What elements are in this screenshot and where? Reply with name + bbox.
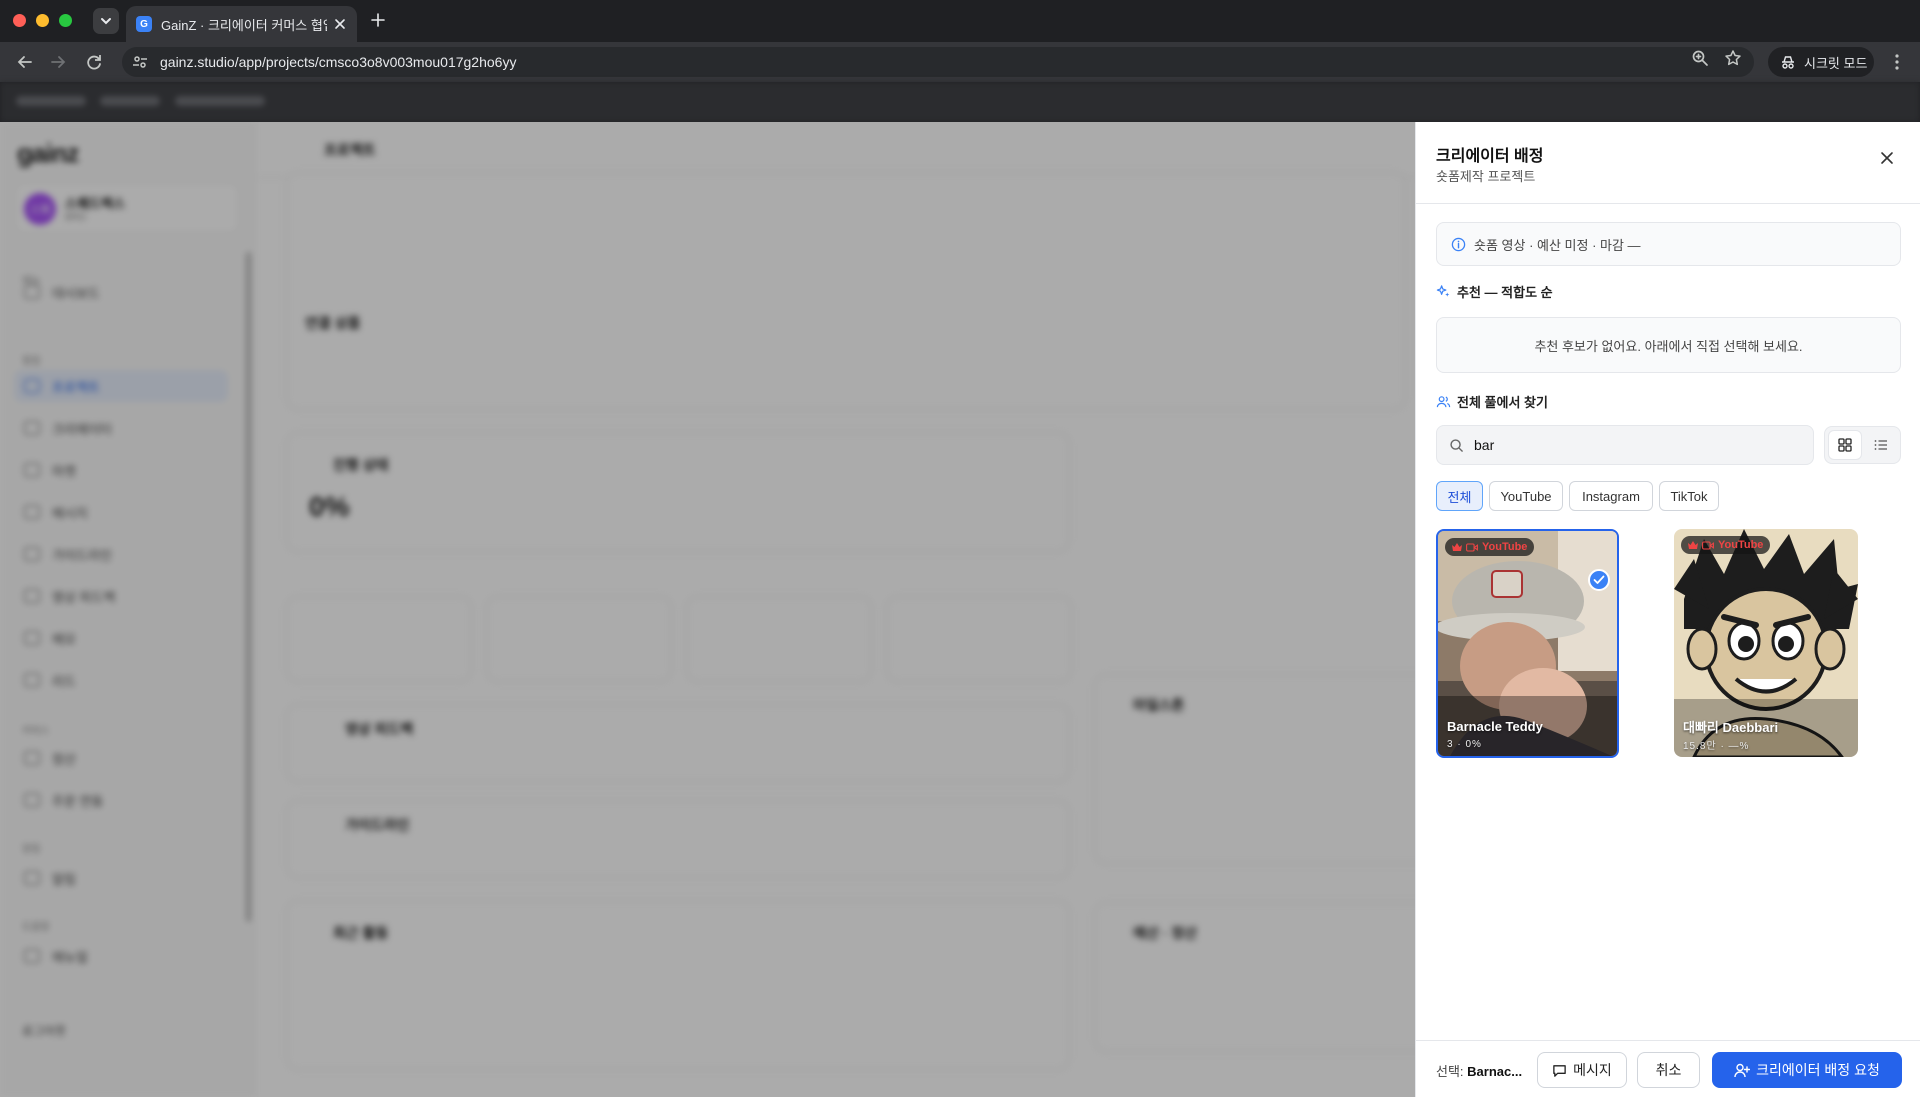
selection-prefix: 선택: xyxy=(1436,1064,1464,1079)
close-window-button[interactable] xyxy=(13,14,26,27)
tab-search-button[interactable] xyxy=(93,8,119,34)
user-plus-icon xyxy=(1734,1063,1751,1077)
recommend-empty-state: 추천 후보가 없어요. 아래에서 직접 선택해 보세요. xyxy=(1436,317,1901,373)
creator-card[interactable]: YouTube 대빠리 Daebbari 15.8만 · —% xyxy=(1674,529,1858,757)
chevron-down-icon xyxy=(101,18,111,25)
pool-heading-text: 전체 풀에서 찾기 xyxy=(1457,395,1548,410)
message-icon xyxy=(1553,1064,1566,1077)
crown-icon xyxy=(1688,540,1698,549)
incognito-indicator[interactable]: 시크릿 모드 xyxy=(1768,47,1874,77)
bookmarks-bar xyxy=(0,82,1920,122)
creator-stats: 3 · 0% xyxy=(1447,739,1482,750)
close-icon xyxy=(1881,152,1893,164)
creator-name: 대빠리 Daebbari xyxy=(1683,720,1779,735)
assign-creator-button[interactable]: 크리에이터 배정 요청 xyxy=(1712,1052,1902,1088)
creator-stats: 15.8만 · —% xyxy=(1683,741,1750,752)
grid-icon xyxy=(1838,438,1852,452)
cancel-button[interactable]: 취소 xyxy=(1637,1052,1700,1088)
filter-chip-all[interactable]: 전체 xyxy=(1436,481,1483,511)
drawer-subtitle: 숏폼제작 프로젝트 xyxy=(1436,169,1536,184)
filter-chip-instagram[interactable]: Instagram xyxy=(1569,481,1653,511)
close-tab-icon[interactable] xyxy=(333,17,347,31)
video-icon xyxy=(1702,540,1714,550)
project-summary-text: 숏폼 영상 · 예산 미정 · 마감 — xyxy=(1474,237,1641,253)
address-bar[interactable]: gainz.studio/app/projects/cmsco3o8v003mo… xyxy=(122,47,1754,77)
app-viewport: gainz 스퀘 스퀘드렉스 BRD 메뉴 대시보드 협업 프로젝트 크리에이터… xyxy=(0,122,1920,1097)
forward-arrow-icon[interactable] xyxy=(47,51,69,73)
info-icon xyxy=(1451,237,1466,251)
reload-icon[interactable] xyxy=(83,51,105,73)
filter-chip-youtube[interactable]: YouTube xyxy=(1489,481,1563,511)
crown-icon xyxy=(1452,542,1462,551)
favicon-icon: G xyxy=(136,16,152,32)
video-icon xyxy=(1466,542,1478,552)
incognito-icon xyxy=(1782,56,1794,69)
bookmark-item[interactable] xyxy=(175,96,265,106)
browser-tab-active[interactable]: G GainZ · 크리에이터 커머스 협업 C xyxy=(126,6,357,42)
bookmark-item[interactable] xyxy=(100,96,160,106)
bookmark-item[interactable] xyxy=(16,96,86,106)
assign-creator-button-label: 크리에이터 배정 요청 xyxy=(1756,1062,1880,1078)
tab-title: GainZ · 크리에이터 커머스 협업 C xyxy=(161,17,327,33)
view-toggle xyxy=(1824,426,1901,464)
project-summary: 숏폼 영상 · 예산 미정 · 마감 — xyxy=(1436,222,1901,266)
sparkles-icon xyxy=(1436,285,1450,297)
recommend-heading: 추천 — 적합도 순 xyxy=(1436,282,1553,301)
maximize-window-button[interactable] xyxy=(59,14,72,27)
creator-name: Barnacle Teddy xyxy=(1447,719,1543,734)
search-input[interactable] xyxy=(1474,437,1774,453)
selection-summary: 선택: Barnac... xyxy=(1436,1061,1522,1080)
creator-search[interactable] xyxy=(1436,425,1814,465)
pool-heading: 전체 풀에서 찾기 xyxy=(1436,392,1548,411)
creator-card[interactable]: YouTube Barnacle Teddy 3 · 0% xyxy=(1436,529,1619,758)
grid-view-button[interactable] xyxy=(1828,430,1862,460)
recommend-heading-text: 추천 — 적합도 순 xyxy=(1457,285,1553,300)
new-tab-icon[interactable] xyxy=(369,11,387,29)
back-arrow-icon[interactable] xyxy=(14,51,36,73)
platform-badge: YouTube xyxy=(1445,538,1535,556)
list-icon xyxy=(1874,440,1887,450)
url-text: gainz.studio/app/projects/cmsco3o8v003mo… xyxy=(160,54,517,70)
message-button[interactable]: 메시지 xyxy=(1537,1052,1627,1088)
search-icon xyxy=(1450,438,1463,452)
drawer-footer: 선택: Barnac... 메시지 취소 크리에이터 배정 요청 xyxy=(1416,1040,1920,1097)
browser-toolbar: gainz.studio/app/projects/cmsco3o8v003mo… xyxy=(0,42,1920,82)
platform-label: YouTube xyxy=(1718,539,1764,551)
selection-name: Barnac... xyxy=(1467,1064,1523,1079)
cancel-button-label: 취소 xyxy=(1655,1062,1682,1078)
browser-menu-icon[interactable] xyxy=(1888,52,1906,72)
browser-tab-bar: G GainZ · 크리에이터 커머스 협업 C xyxy=(0,0,1920,42)
list-view-button[interactable] xyxy=(1864,430,1898,460)
platform-label: YouTube xyxy=(1482,541,1528,553)
incognito-label: 시크릿 모드 xyxy=(1804,55,1868,71)
filter-chip-tiktok[interactable]: TikTok xyxy=(1659,481,1719,511)
zoom-icon[interactable] xyxy=(1691,49,1709,67)
selected-check-icon xyxy=(1588,569,1610,591)
users-icon xyxy=(1436,396,1451,408)
message-button-label: 메시지 xyxy=(1573,1062,1612,1078)
divider xyxy=(1416,203,1920,204)
bookmark-star-icon[interactable] xyxy=(1724,49,1742,67)
platform-badge: YouTube xyxy=(1681,536,1771,554)
drawer-title: 크리에이터 배정 xyxy=(1436,148,1544,165)
creator-assign-drawer: 크리에이터 배정 숏폼제작 프로젝트 숏폼 영상 · 예산 미정 · 마감 — … xyxy=(1415,122,1920,1097)
site-settings-icon[interactable] xyxy=(132,54,148,70)
minimize-window-button[interactable] xyxy=(36,14,49,27)
close-drawer-button[interactable] xyxy=(1873,144,1901,172)
